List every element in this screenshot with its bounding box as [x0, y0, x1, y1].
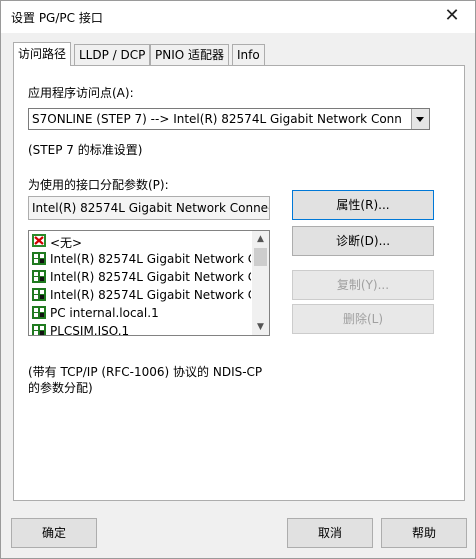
window-title: 设置 PG/PC 接口 [11, 11, 103, 25]
list-item[interactable]: PLCSIM.ISO.1 [31, 322, 251, 336]
diagnostics-button[interactable]: 诊断(D)... [292, 226, 434, 256]
list-item-label: Intel(R) 82574L Gigabit Network Co [50, 288, 251, 302]
list-item[interactable]: Intel(R) 82574L Gigabit Network Co [31, 286, 251, 304]
param-label: 为使用的接口分配参数(P): [28, 178, 169, 192]
network-card-icon [32, 324, 46, 335]
network-card-icon [32, 270, 46, 283]
tab-pnio-adapter[interactable]: PNIO 适配器 [150, 44, 230, 65]
tab-access-path[interactable]: 访问路径 [13, 42, 72, 66]
list-scrollbar[interactable]: ▲ ▼ [252, 231, 269, 335]
list-item[interactable]: Intel(R) 82574L Gigabit Network Co [31, 268, 251, 286]
copy-button[interactable]: 复制(Y)... [292, 270, 434, 300]
network-card-icon [32, 288, 46, 301]
title-bar: 设置 PG/PC 接口 ✕ [1, 1, 475, 33]
list-item-label: PC internal.local.1 [50, 306, 159, 320]
interface-list[interactable]: <无> Intel(R) 82574L Gigabit Network Co I… [28, 230, 270, 336]
scrollbar-thumb[interactable] [254, 248, 267, 266]
param-value: Intel(R) 82574L Gigabit Network Connecti [32, 201, 270, 215]
help-button[interactable]: 帮助 [381, 518, 467, 548]
scroll-down-icon[interactable]: ▼ [252, 319, 269, 335]
access-point-label: 应用程序访问点(A): [28, 86, 134, 100]
list-item[interactable]: PC internal.local.1 [31, 304, 251, 322]
list-item[interactable]: Intel(R) 82574L Gigabit Network Co [31, 250, 251, 268]
scroll-up-icon[interactable]: ▲ [252, 231, 269, 247]
chevron-down-icon[interactable] [411, 109, 429, 129]
tab-info[interactable]: Info [232, 44, 265, 65]
network-card-icon [32, 306, 46, 319]
access-point-note: (STEP 7 的标准设置) [28, 143, 143, 157]
access-point-value: S7ONLINE (STEP 7) --> Intel(R) 82574L Gi… [32, 112, 402, 126]
dialog-window: 设置 PG/PC 接口 ✕ 访问路径 LLDP / DCP PNIO 适配器 I… [0, 0, 476, 559]
no-interface-icon [32, 234, 46, 247]
list-item-label: <无> [50, 236, 83, 250]
close-icon[interactable]: ✕ [437, 5, 467, 29]
delete-button[interactable]: 删除(L) [292, 304, 434, 334]
access-point-select[interactable]: S7ONLINE (STEP 7) --> Intel(R) 82574L Gi… [28, 108, 430, 130]
cancel-button[interactable]: 取消 [287, 518, 373, 548]
tab-lldp-dcp[interactable]: LLDP / DCP [74, 44, 151, 65]
list-item-label: Intel(R) 82574L Gigabit Network Co [50, 270, 251, 284]
network-card-icon [32, 252, 46, 265]
ok-button[interactable]: 确定 [11, 518, 97, 548]
access-path-panel: 应用程序访问点(A): S7ONLINE (STEP 7) --> Intel(… [13, 65, 465, 501]
param-field: Intel(R) 82574L Gigabit Network Connecti [28, 196, 270, 220]
description-line-2: 的参数分配) [28, 381, 93, 395]
list-item-label: Intel(R) 82574L Gigabit Network Co [50, 252, 251, 266]
list-item[interactable]: <无> [31, 232, 251, 250]
description-line-1: (带有 TCP/IP (RFC-1006) 协议的 NDIS-CP [28, 365, 263, 379]
properties-button[interactable]: 属性(R)... [292, 190, 434, 220]
list-item-label: PLCSIM.ISO.1 [50, 324, 130, 336]
